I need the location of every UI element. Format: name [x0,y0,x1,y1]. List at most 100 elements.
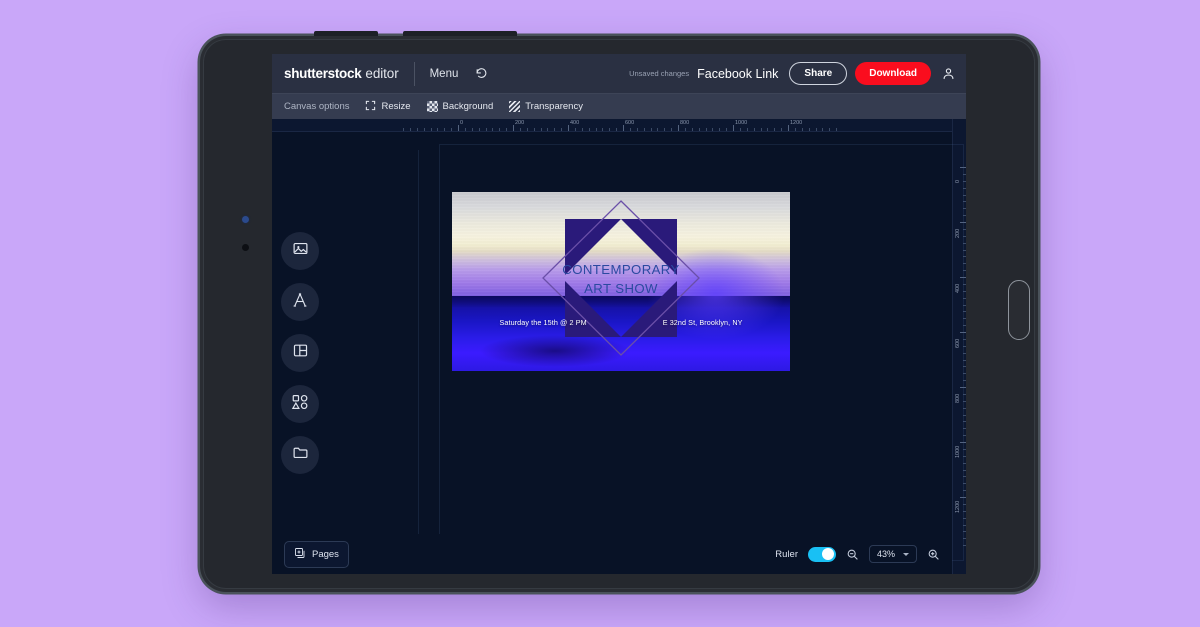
ruler-tick [809,128,810,131]
ruler-tick [479,128,480,131]
menu-button[interactable]: Menu [430,68,459,80]
ruler-tick [451,128,452,131]
design-canvas[interactable]: CONTEMPORARY ART SHOW Saturday the 15th … [452,192,790,371]
ruler-tick [664,128,665,131]
logo-product-text: editor [365,66,398,81]
sidebar-item-elements[interactable] [281,385,319,423]
ruler-tick-label: 200 [515,120,524,126]
ruler-tick [437,128,438,131]
layout-panels-icon [292,342,309,364]
device-power-button[interactable] [403,31,517,36]
canvas-guide-line [418,150,419,540]
ruler-tick [582,128,583,131]
ruler-tick [712,128,713,131]
ruler-tick [761,128,762,131]
sidebar-item-text[interactable] [281,283,319,321]
chevron-down-icon [903,553,909,556]
canvas-options-bar: Canvas options Resize Background Transpa… [272,93,966,119]
ruler-tick-label: 0 [460,120,463,126]
text-letter-a-icon [291,291,309,314]
ruler-tick-label: 1000 [735,120,747,126]
shutterstock-logo[interactable]: shutterstock editor [284,66,399,81]
unsaved-changes-label: Unsaved changes [629,69,689,78]
ruler-tick [589,128,590,131]
ruler-tick [410,128,411,131]
ruler-tick-label: 1200 [790,120,802,126]
folder-icon [292,444,309,466]
ruler-tick [444,128,445,131]
ruler-tick-label: 400 [570,120,579,126]
background-button[interactable]: Background [427,101,494,112]
pages-label: Pages [312,549,339,560]
front-sensor-icon [242,216,249,223]
ruler-tick [568,125,569,131]
ruler-label: Ruler [775,549,798,560]
zoom-level-select[interactable]: 43% [869,545,917,563]
ruler-tick [534,128,535,131]
background-label: Background [443,101,494,112]
resize-corners-icon [365,100,376,114]
ruler-tick [788,125,789,131]
horizontal-ruler[interactable]: 020040060080010001200 [272,119,966,132]
ruler-tick [623,125,624,131]
artwork-footer-date[interactable]: Saturday the 15th @ 2 PM [499,318,586,327]
ruler-tick [637,128,638,131]
ruler-tick [754,128,755,131]
pages-button[interactable]: Pages [284,541,349,568]
pages-stack-icon [294,547,306,562]
tablet-device: shutterstock editor Menu Unsaved changes… [200,36,1038,592]
ruler-tick [657,128,658,131]
device-volume-button[interactable] [314,31,378,36]
ruler-tick [802,128,803,131]
artwork-headline-line2: ART SHOW [584,281,658,296]
ruler-tick [795,128,796,131]
top-bar-actions: Unsaved changes Facebook Link Share Down… [629,54,956,93]
ruler-tick [403,128,404,131]
undo-arrow-icon[interactable] [475,67,488,80]
document-title[interactable]: Facebook Link [697,67,778,81]
download-button[interactable]: Download [855,62,931,85]
ruler-tick [816,128,817,131]
shapes-icon [291,393,309,416]
sidebar-item-templates[interactable] [281,334,319,372]
ruler-tick [596,128,597,131]
resize-button[interactable]: Resize [365,100,410,114]
app-top-bar: shutterstock editor Menu Unsaved changes… [272,54,966,93]
ruler-tick [513,125,514,131]
artwork-footer: Saturday the 15th @ 2 PM E 32nd St, Broo… [452,318,790,327]
ruler-tick [492,128,493,131]
canvas-workspace[interactable]: CONTEMPORARY ART SHOW Saturday the 15th … [272,132,952,574]
ruler-tick [678,125,679,131]
zoom-controls: Ruler 43% [775,545,940,563]
image-icon [292,240,309,262]
artwork-diamond-graphic[interactable]: CONTEMPORARY ART SHOW [539,195,703,361]
ruler-tick [561,128,562,131]
ruler-tick [706,128,707,131]
zoom-out-icon[interactable] [846,548,859,561]
device-home-button[interactable] [1008,280,1030,340]
diagonal-stripes-icon [509,101,520,112]
ruler-tick [774,128,775,131]
sidebar-item-folders[interactable] [281,436,319,474]
ruler-tick [616,128,617,131]
ruler-tick [671,128,672,131]
sidebar-item-images[interactable] [281,232,319,270]
transparency-button[interactable]: Transparency [509,101,583,112]
checkerboard-icon [427,101,438,112]
ruler-tick [541,128,542,131]
ruler-tick [644,128,645,131]
ruler-tick [692,128,693,131]
app-bottom-bar: Pages Ruler 43% [272,534,952,574]
toolbar-divider [414,62,415,86]
ruler-tick [431,128,432,131]
zoom-in-icon[interactable] [927,548,940,561]
ruler-tick [547,128,548,131]
artwork-footer-address[interactable]: E 32nd St, Brooklyn, NY [663,318,743,327]
ruler-tick [740,128,741,131]
ruler-toggle[interactable] [808,547,836,562]
ruler-tick [651,128,652,131]
ruler-tick [417,128,418,131]
app-screen: shutterstock editor Menu Unsaved changes… [272,54,966,574]
user-account-icon[interactable] [939,66,956,81]
share-button[interactable]: Share [789,62,847,85]
